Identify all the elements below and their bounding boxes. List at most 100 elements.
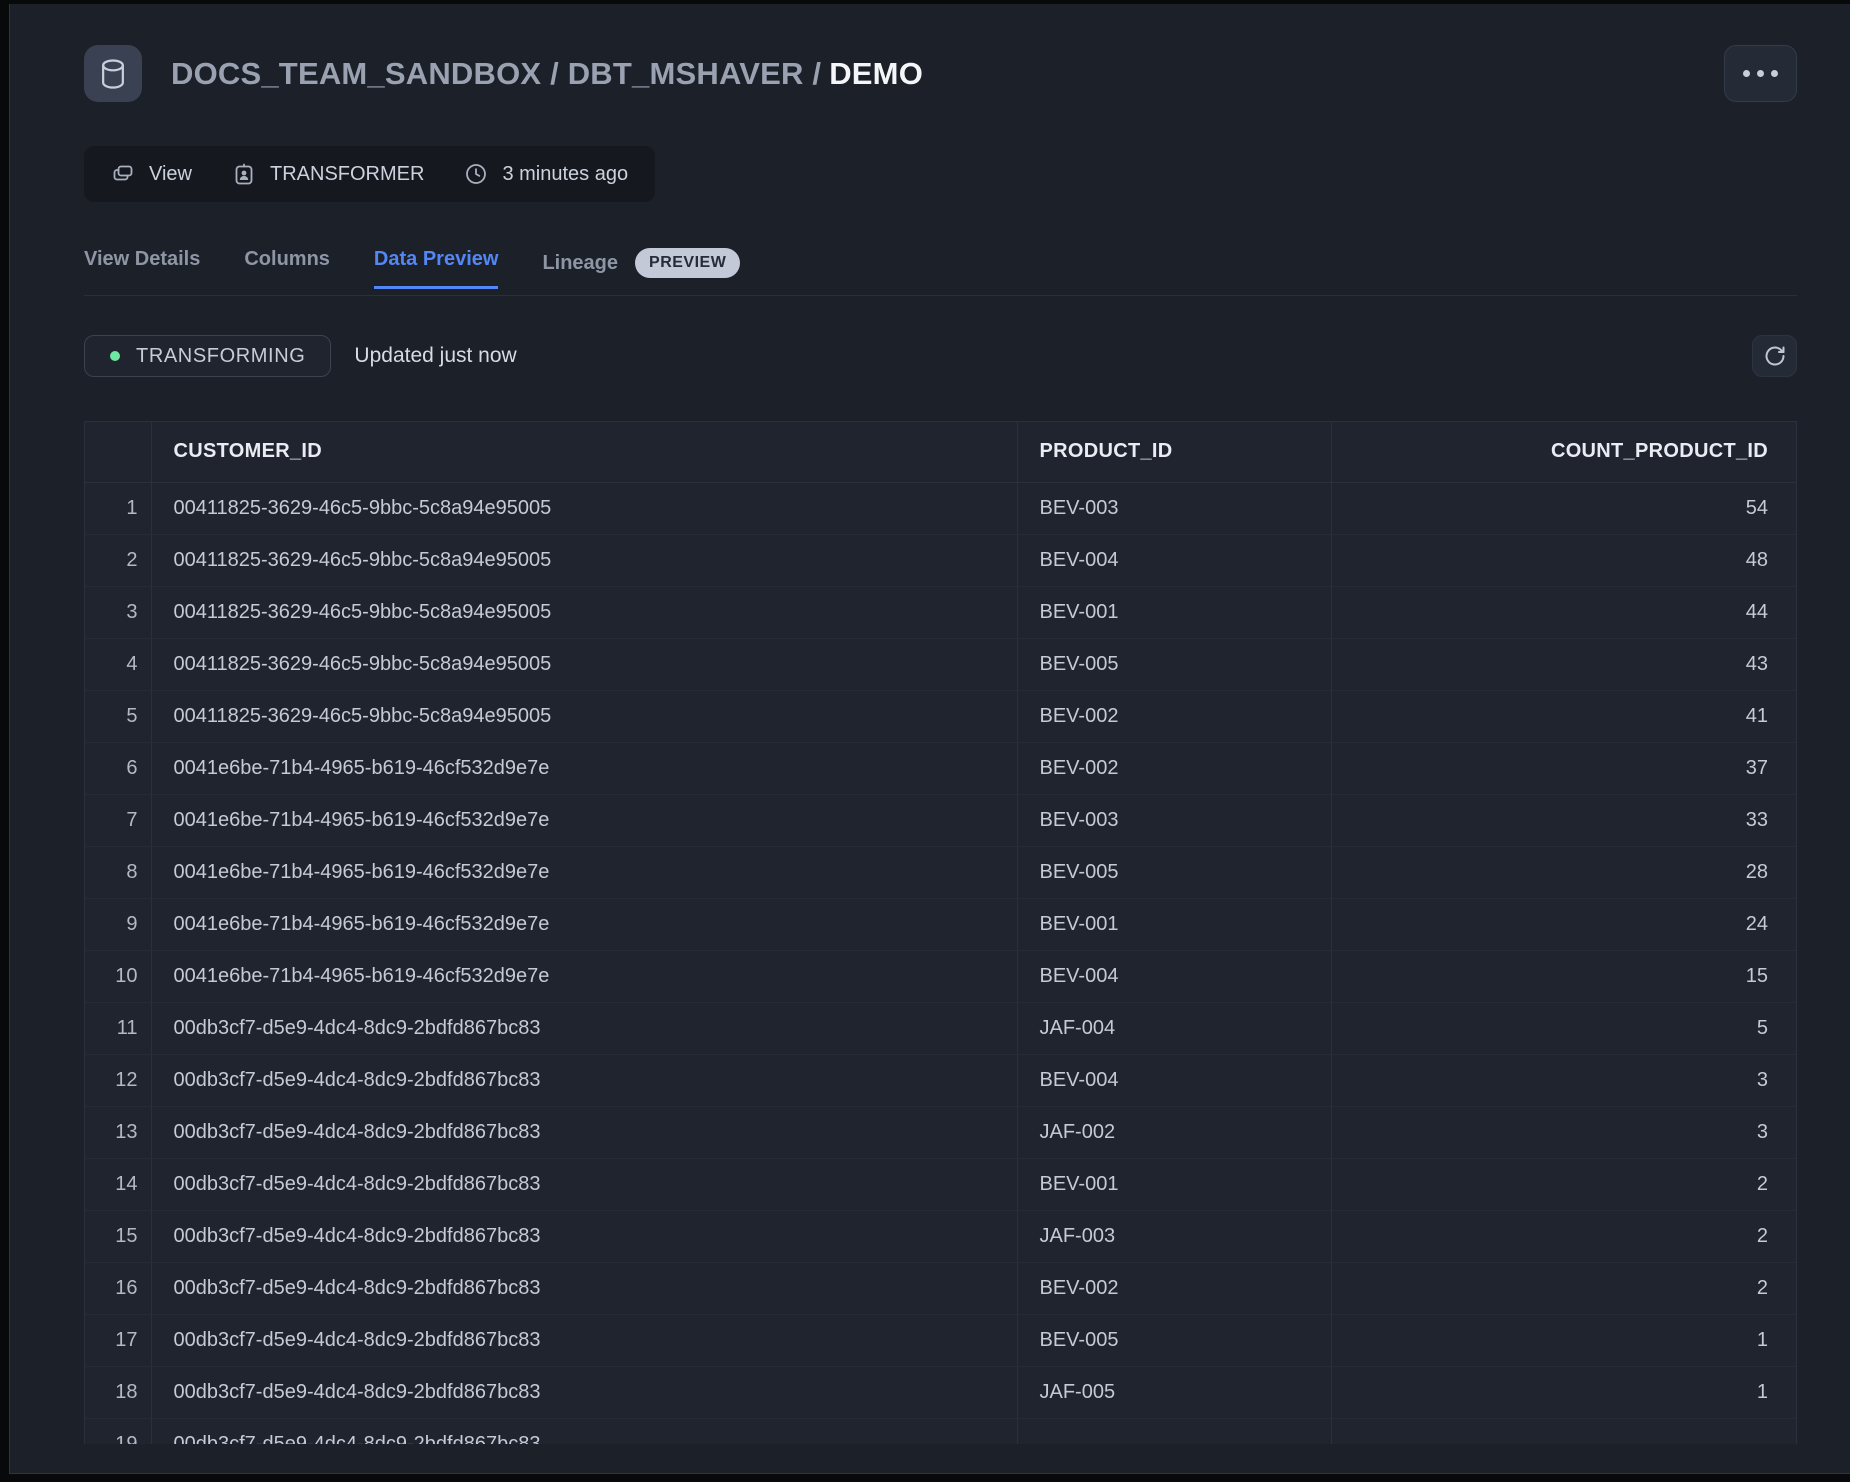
row-number-cell: 14 <box>85 1158 151 1210</box>
customer-id-cell: 00db3cf7-d5e9-4dc4-8dc9-2bdfd867bc83 <box>151 1314 1017 1366</box>
count-product-id-cell: 24 <box>1331 898 1796 950</box>
count-product-id-cell: 44 <box>1331 586 1796 638</box>
product-id-cell: BEV-005 <box>1017 638 1331 690</box>
column-header-product-id: PRODUCT_ID <box>1017 422 1331 482</box>
count-product-id-cell: 54 <box>1331 482 1796 534</box>
count-product-id-cell: 43 <box>1331 638 1796 690</box>
database-icon <box>84 45 142 102</box>
row-number-cell: 9 <box>85 898 151 950</box>
row-number-header <box>85 422 151 482</box>
tab-columns[interactable]: Columns <box>244 248 330 289</box>
product-id-cell: BEV-005 <box>1017 846 1331 898</box>
product-id-cell <box>1017 1418 1331 1444</box>
count-product-id-cell: 48 <box>1331 534 1796 586</box>
table-row: 70041e6be-71b4-4965-b619-46cf532d9e7eBEV… <box>85 794 1796 846</box>
customer-id-cell: 00db3cf7-d5e9-4dc4-8dc9-2bdfd867bc83 <box>151 1210 1017 1262</box>
product-id-cell: BEV-002 <box>1017 1262 1331 1314</box>
row-number-cell: 4 <box>85 638 151 690</box>
status-dot-icon <box>110 351 120 361</box>
count-product-id-cell: 3 <box>1331 1054 1796 1106</box>
count-product-id-cell: 5 <box>1331 1002 1796 1054</box>
customer-id-cell: 0041e6be-71b4-4965-b619-46cf532d9e7e <box>151 846 1017 898</box>
customer-id-cell: 00411825-3629-46c5-9bbc-5c8a94e95005 <box>151 586 1017 638</box>
product-id-cell: BEV-004 <box>1017 534 1331 586</box>
product-id-cell: BEV-001 <box>1017 898 1331 950</box>
row-number-cell: 10 <box>85 950 151 1002</box>
customer-id-cell: 00411825-3629-46c5-9bbc-5c8a94e95005 <box>151 534 1017 586</box>
table-row: 1200db3cf7-d5e9-4dc4-8dc9-2bdfd867bc83BE… <box>85 1054 1796 1106</box>
product-id-cell: BEV-002 <box>1017 690 1331 742</box>
count-product-id-cell: 2 <box>1331 1210 1796 1262</box>
product-id-cell: JAF-005 <box>1017 1366 1331 1418</box>
table-row: 1400db3cf7-d5e9-4dc4-8dc9-2bdfd867bc83BE… <box>85 1158 1796 1210</box>
data-preview-table[interactable]: CUSTOMER_ID PRODUCT_ID COUNT_PRODUCT_ID … <box>84 421 1797 1444</box>
customer-id-cell: 00db3cf7-d5e9-4dc4-8dc9-2bdfd867bc83 <box>151 1158 1017 1210</box>
customer-id-cell: 0041e6be-71b4-4965-b619-46cf532d9e7e <box>151 950 1017 1002</box>
customer-id-cell: 00411825-3629-46c5-9bbc-5c8a94e95005 <box>151 690 1017 742</box>
count-product-id-cell: 41 <box>1331 690 1796 742</box>
count-product-id-cell: 15 <box>1331 950 1796 1002</box>
count-product-id-cell: 2 <box>1331 1262 1796 1314</box>
customer-id-cell: 00411825-3629-46c5-9bbc-5c8a94e95005 <box>151 638 1017 690</box>
product-id-cell: BEV-001 <box>1017 1158 1331 1210</box>
customer-id-cell: 0041e6be-71b4-4965-b619-46cf532d9e7e <box>151 794 1017 846</box>
customer-id-cell: 00411825-3629-46c5-9bbc-5c8a94e95005 <box>151 482 1017 534</box>
tab-label: Lineage <box>542 252 618 275</box>
tab-data-preview[interactable]: Data Preview <box>374 248 499 289</box>
tab-lineage[interactable]: LineagePREVIEW <box>542 248 740 296</box>
ellipsis-icon <box>1743 70 1778 77</box>
count-product-id-cell: 28 <box>1331 846 1796 898</box>
row-number-cell: 15 <box>85 1210 151 1262</box>
table-row: 1100db3cf7-d5e9-4dc4-8dc9-2bdfd867bc83JA… <box>85 1002 1796 1054</box>
customer-id-cell: 00db3cf7-d5e9-4dc4-8dc9-2bdfd867bc83 <box>151 1262 1017 1314</box>
page-panel: DOCS_TEAM_SANDBOX / DBT_MSHAVER /DEMO Vi… <box>9 4 1850 1474</box>
column-header-count-product-id: COUNT_PRODUCT_ID <box>1331 422 1796 482</box>
product-id-cell: BEV-002 <box>1017 742 1331 794</box>
row-number-cell: 17 <box>85 1314 151 1366</box>
status-badge: TRANSFORMING <box>84 335 331 377</box>
title-current-object: DEMO <box>829 56 923 91</box>
table-row: 90041e6be-71b4-4965-b619-46cf532d9e7eBEV… <box>85 898 1796 950</box>
count-product-id-cell <box>1331 1418 1796 1444</box>
clock-icon <box>464 162 488 186</box>
customer-id-cell: 00db3cf7-d5e9-4dc4-8dc9-2bdfd867bc83 <box>151 1106 1017 1158</box>
title-breadcrumb: DOCS_TEAM_SANDBOX / DBT_MSHAVER / <box>171 56 821 91</box>
table-row: 80041e6be-71b4-4965-b619-46cf532d9e7eBEV… <box>85 846 1796 898</box>
content-area: DOCS_TEAM_SANDBOX / DBT_MSHAVER /DEMO Vi… <box>10 4 1850 1444</box>
role-label: TRANSFORMER <box>270 163 424 186</box>
row-number-cell: 13 <box>85 1106 151 1158</box>
tab-view-details[interactable]: View Details <box>84 248 200 289</box>
table-row: 1300db3cf7-d5e9-4dc4-8dc9-2bdfd867bc83JA… <box>85 1106 1796 1158</box>
table-row: 300411825-3629-46c5-9bbc-5c8a94e95005BEV… <box>85 586 1796 638</box>
refresh-icon <box>1763 344 1787 368</box>
product-id-cell: BEV-003 <box>1017 794 1331 846</box>
meta-bar: View TRANSFORMER <box>84 146 655 202</box>
page-title: DOCS_TEAM_SANDBOX / DBT_MSHAVER /DEMO <box>171 56 923 92</box>
refresh-button[interactable] <box>1752 335 1797 377</box>
view-layers-icon <box>111 162 135 186</box>
object-type-item: View <box>111 162 192 186</box>
table-row: 60041e6be-71b4-4965-b619-46cf532d9e7eBEV… <box>85 742 1796 794</box>
transformer-badge-icon <box>232 162 256 186</box>
product-id-cell: JAF-002 <box>1017 1106 1331 1158</box>
count-product-id-cell: 1 <box>1331 1366 1796 1418</box>
updated-text: Updated just now <box>354 344 516 368</box>
more-button[interactable] <box>1724 45 1797 102</box>
column-header-customer-id: CUSTOMER_ID <box>151 422 1017 482</box>
row-number-cell: 18 <box>85 1366 151 1418</box>
row-number-cell: 7 <box>85 794 151 846</box>
customer-id-cell: 00db3cf7-d5e9-4dc4-8dc9-2bdfd867bc83 <box>151 1418 1017 1444</box>
last-run-item: 3 minutes ago <box>464 162 628 186</box>
table-row: 400411825-3629-46c5-9bbc-5c8a94e95005BEV… <box>85 638 1796 690</box>
table-row: 1500db3cf7-d5e9-4dc4-8dc9-2bdfd867bc83JA… <box>85 1210 1796 1262</box>
product-id-cell: BEV-001 <box>1017 586 1331 638</box>
table-header-row: CUSTOMER_ID PRODUCT_ID COUNT_PRODUCT_ID <box>85 422 1796 482</box>
role-item: TRANSFORMER <box>232 162 424 186</box>
row-number-cell: 8 <box>85 846 151 898</box>
count-product-id-cell: 1 <box>1331 1314 1796 1366</box>
customer-id-cell: 0041e6be-71b4-4965-b619-46cf532d9e7e <box>151 898 1017 950</box>
table-row: 200411825-3629-46c5-9bbc-5c8a94e95005BEV… <box>85 534 1796 586</box>
table-row: 500411825-3629-46c5-9bbc-5c8a94e95005BEV… <box>85 690 1796 742</box>
count-product-id-cell: 33 <box>1331 794 1796 846</box>
row-number-cell: 6 <box>85 742 151 794</box>
